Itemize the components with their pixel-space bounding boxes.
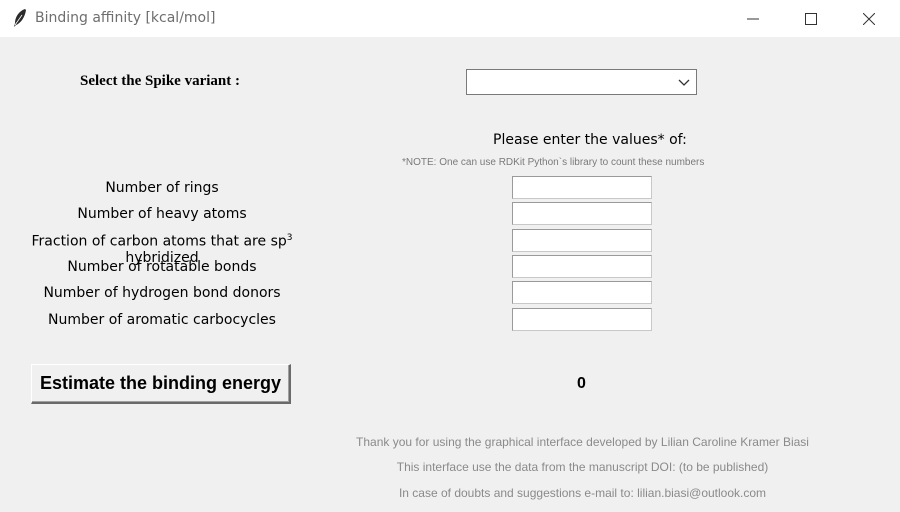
input-heavy-atoms[interactable] bbox=[512, 202, 652, 225]
spike-variant-label: Select the Spike variant : bbox=[80, 73, 240, 89]
label-heavy-atoms: Number of heavy atoms bbox=[77, 206, 247, 222]
result-value: 0 bbox=[577, 375, 586, 392]
values-heading: Please enter the values* of: bbox=[493, 132, 687, 148]
label-rotatable-bonds: Number of rotatable bonds bbox=[67, 259, 257, 275]
estimate-button[interactable]: Estimate the binding energy bbox=[31, 364, 291, 404]
maximize-button[interactable] bbox=[782, 0, 840, 37]
window-title: Binding affinity [kcal/mol] bbox=[35, 10, 216, 26]
maximize-icon bbox=[805, 12, 817, 25]
label-aromatic-carbocycles: Number of aromatic carbocycles bbox=[48, 312, 276, 328]
footer-contact: In case of doubts and suggestions e-mail… bbox=[398, 486, 767, 500]
close-icon bbox=[863, 12, 875, 25]
minimize-icon bbox=[747, 18, 759, 19]
input-number-of-rings[interactable] bbox=[512, 176, 652, 199]
feather-icon bbox=[12, 8, 28, 28]
chevron-down-icon bbox=[678, 79, 690, 86]
rdkit-note: *NOTE: One can use RDKit Python`s librar… bbox=[402, 157, 705, 168]
spike-variant-select[interactable] bbox=[466, 69, 697, 95]
close-button[interactable] bbox=[840, 0, 898, 37]
label-hbond-donors: Number of hydrogen bond donors bbox=[43, 285, 281, 301]
minimize-button[interactable] bbox=[724, 0, 782, 37]
footer-thanks: Thank you for using the graphical interf… bbox=[356, 435, 809, 449]
input-aromatic-carbocycles[interactable] bbox=[512, 308, 652, 331]
label-number-of-rings: Number of rings bbox=[105, 180, 219, 196]
input-rotatable-bonds[interactable] bbox=[512, 255, 652, 278]
input-hbond-donors[interactable] bbox=[512, 281, 652, 304]
input-fraction-sp3[interactable] bbox=[512, 229, 652, 252]
footer-manuscript: This interface use the data from the man… bbox=[396, 460, 769, 474]
title-bar: Binding affinity [kcal/mol] bbox=[0, 0, 900, 37]
